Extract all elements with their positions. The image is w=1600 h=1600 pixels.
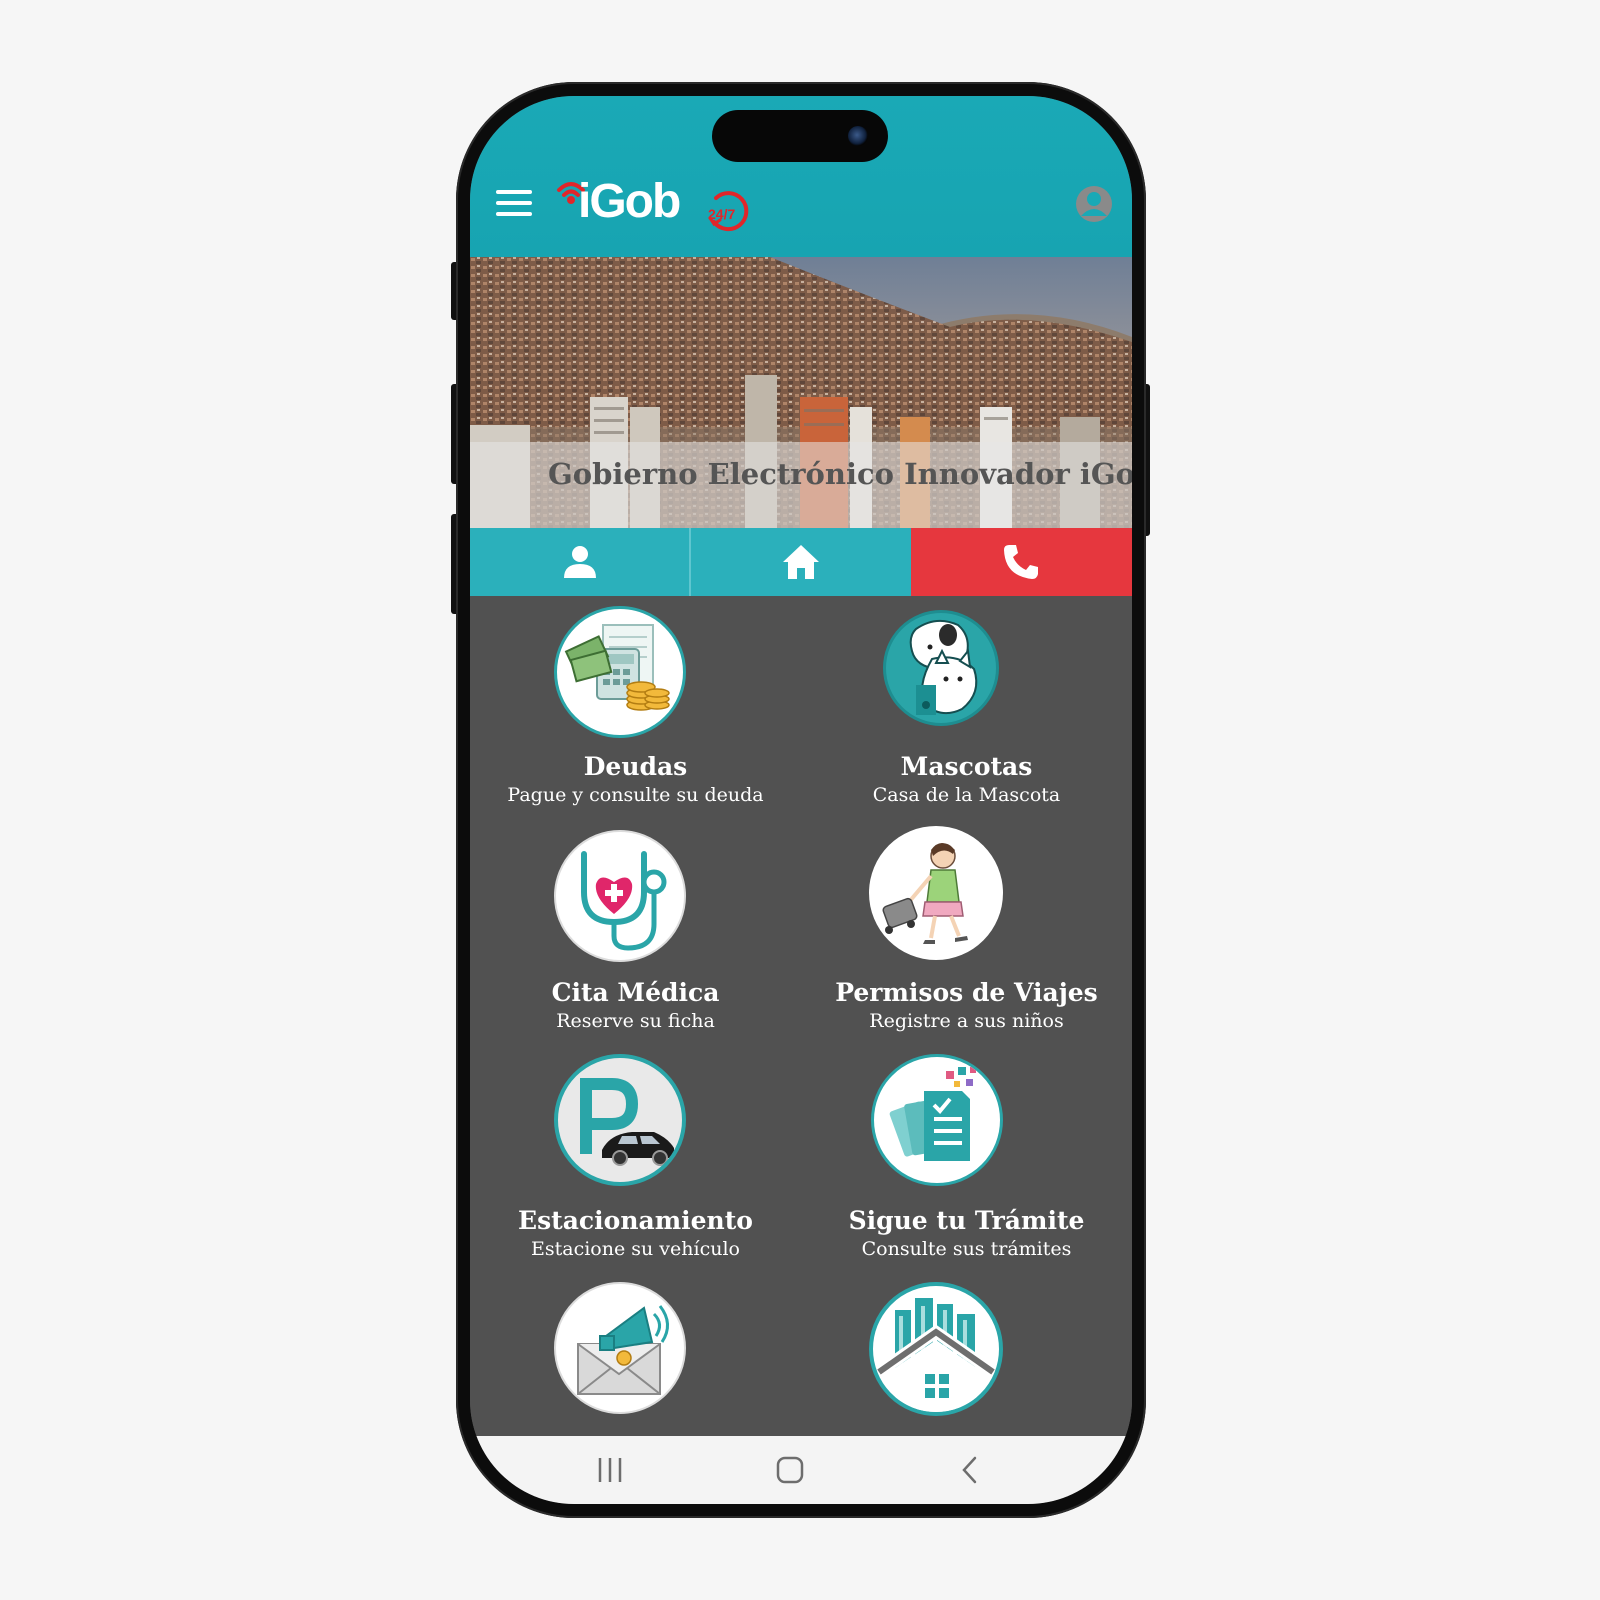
- service-title: Deudas: [583, 752, 688, 781]
- home-icon: [782, 545, 819, 579]
- money-calculator-icon: [554, 606, 686, 738]
- service-tile-permisos-viajes[interactable]: Permisos de Viajes Registre a sus niños: [801, 826, 1132, 1054]
- service-title: Cita Médica: [551, 978, 720, 1007]
- service-title: Permisos de Viajes: [835, 978, 1098, 1007]
- service-subtitle: Registre a sus niños: [869, 1010, 1064, 1032]
- back-chevron-icon[interactable]: [940, 1450, 1000, 1490]
- services-grid: Deudas Pague y consulte su deuda Mascota…: [470, 596, 1132, 1436]
- service-tile-sigue-tramite[interactable]: Sigue tu Trámite Consulte sus trámites: [801, 1054, 1132, 1282]
- service-subtitle: Reserve su ficha: [556, 1010, 715, 1032]
- banner-caption: Gobierno Electrónico Innovador iGob: [548, 457, 1132, 491]
- child-traveler-icon: [869, 826, 1003, 960]
- service-title: Sigue tu Trámite: [848, 1206, 1085, 1235]
- person-icon: [563, 546, 596, 578]
- igob-logo: iGob 24/7: [556, 174, 766, 234]
- quick-tab-bar: [470, 528, 1132, 596]
- service-tile-cita-medica[interactable]: Cita Médica Reserve su ficha: [470, 826, 801, 1054]
- documents-checklist-icon: [871, 1054, 1003, 1186]
- stage: iGob 24/7 Gobierno Electrónico Innovador…: [0, 0, 1600, 1600]
- dynamic-island: [712, 110, 888, 162]
- android-navigation-bar: [470, 1436, 1132, 1504]
- logo-wordmark: iGob: [578, 175, 681, 228]
- tab-profile[interactable]: [470, 528, 692, 596]
- service-tile-avisos[interactable]: [470, 1282, 801, 1436]
- megaphone-envelope-icon: [554, 1282, 686, 1414]
- service-tile-inmuebles[interactable]: [801, 1282, 1132, 1436]
- service-title: Estacionamiento: [518, 1206, 753, 1235]
- service-subtitle: Casa de la Mascota: [872, 784, 1061, 806]
- account-circle-icon[interactable]: [1074, 184, 1114, 224]
- home-button-icon[interactable]: [760, 1450, 820, 1490]
- stethoscope-heart-icon: [554, 830, 686, 962]
- service-tile-estacionamiento[interactable]: Estacionamiento Estacione su vehículo: [470, 1054, 801, 1282]
- phone-icon: [1004, 545, 1039, 579]
- service-subtitle: Estacione su vehículo: [531, 1238, 740, 1260]
- tab-home[interactable]: [691, 528, 911, 596]
- service-tile-mascotas[interactable]: Mascotas Casa de la Mascota: [801, 596, 1132, 826]
- front-camera-icon: [848, 126, 868, 146]
- recent-apps-icon[interactable]: [580, 1450, 640, 1490]
- city-banner-image: Gobierno Electrónico Innovador iGob: [470, 257, 1132, 528]
- tab-call[interactable]: [910, 528, 1132, 596]
- service-subtitle: Consulte sus trámites: [861, 1238, 1072, 1260]
- parking-car-icon: [554, 1054, 686, 1186]
- service-tile-deudas[interactable]: Deudas Pague y consulte su deuda: [470, 596, 801, 826]
- service-title: Mascotas: [900, 752, 1033, 781]
- app-header: iGob 24/7: [470, 96, 1132, 257]
- service-subtitle: Pague y consulte su deuda: [507, 784, 764, 806]
- hamburger-menu-icon[interactable]: [496, 190, 532, 216]
- pets-icon: [883, 610, 999, 726]
- logo-badge-text: 24/7: [708, 206, 736, 222]
- phone-screen: iGob 24/7 Gobierno Electrónico Innovador…: [470, 96, 1132, 1504]
- city-house-icon: [869, 1282, 1003, 1416]
